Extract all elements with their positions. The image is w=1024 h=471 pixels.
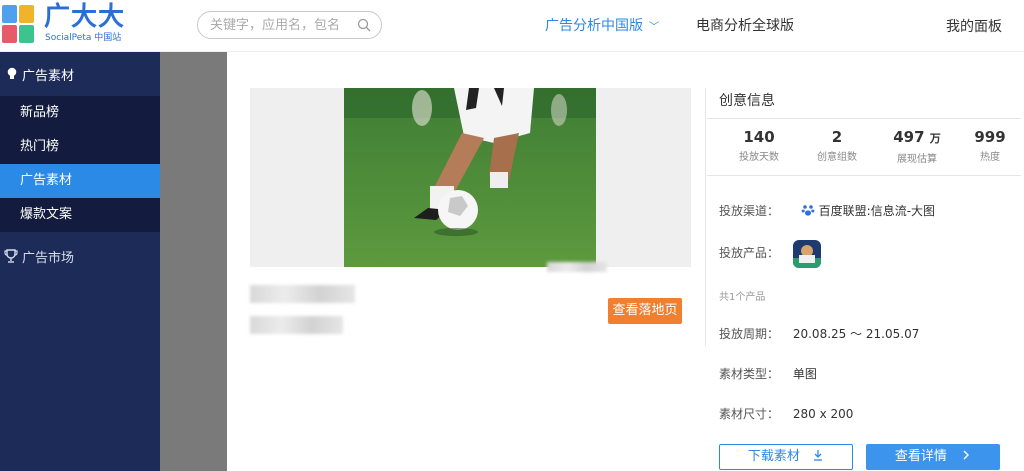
sidebar-group-label: 广告素材 — [22, 68, 75, 84]
download-creative-button[interactable]: 下载素材 — [719, 444, 853, 470]
stat-value: 2 — [797, 127, 877, 147]
divider — [707, 175, 1021, 176]
stat-impressions: 497 万 展现估算 — [877, 127, 957, 166]
nav-ad-analysis-cn[interactable]: 广告分析中国版 ﹀ — [545, 15, 659, 35]
brand-subtitle: SocialPeta 中国站 — [45, 33, 122, 43]
nav-ad-analysis-label: 广告分析中国版 — [545, 18, 643, 34]
stat-number: 140 — [743, 128, 775, 146]
size-label: 素材尺寸： — [719, 407, 780, 421]
stat-number: 2 — [831, 128, 843, 146]
download-label: 下载素材 — [747, 449, 800, 464]
type-row: 素材类型： 单图 — [719, 365, 817, 382]
stat-value: 497 万 — [877, 127, 957, 149]
channel-row: 投放渠道： 百度联盟:信息流-大图 — [719, 202, 935, 219]
channel-value[interactable]: 百度联盟:信息流-大图 — [819, 204, 935, 218]
fifa-app-icon — [793, 240, 821, 268]
brand-name[interactable]: 广大大 — [44, 2, 125, 32]
divider — [705, 88, 706, 346]
product-row: 投放产品： — [719, 244, 779, 261]
search-box[interactable] — [197, 11, 382, 39]
sidebar-submenu: 新品榜 热门榜 广告素材 爆款文案 — [0, 96, 160, 232]
type-value: 单图 — [792, 367, 817, 381]
period-row: 投放周期： 20.08.25 ～ 21.05.07 — [719, 325, 919, 342]
stat-number: 497 — [893, 128, 925, 146]
collapsed-panel — [160, 52, 227, 471]
download-icon — [814, 450, 823, 461]
sidebar-item-ad-creative[interactable]: 广告素材 — [0, 164, 160, 198]
stat-unit: 万 — [929, 132, 941, 145]
stat-creative-groups: 2 创意组数 — [797, 127, 877, 164]
size-row: 素材尺寸： 280 x 200 — [719, 405, 853, 422]
divider — [707, 118, 1021, 119]
baidu-paw-icon — [801, 205, 814, 216]
stat-label: 热度 — [980, 152, 1000, 163]
stat-label: 展现估算 — [897, 154, 937, 165]
chevron-right-icon — [963, 450, 970, 460]
period-value: 20.08.25 ～ 21.05.07 — [792, 327, 920, 341]
stat-delivery-days: 140 投放天数 — [719, 127, 799, 164]
stat-label: 创意组数 — [817, 152, 857, 163]
sidebar-group-ad-creative[interactable]: 广告素材 — [0, 52, 160, 96]
details-label: 查看详情 — [894, 449, 947, 464]
creative-image — [344, 88, 596, 267]
soccer-photo-image — [344, 88, 596, 267]
creative-preview[interactable] — [250, 88, 691, 272]
app-icon[interactable] — [793, 240, 821, 268]
sidebar-group-label-market: 广告市场 — [22, 250, 75, 266]
type-label: 素材类型： — [719, 367, 780, 381]
stat-value: 140 — [719, 127, 799, 147]
redacted-text — [547, 262, 607, 272]
chevron-down-icon: ﹀ — [649, 22, 659, 33]
main-content: 查看落地页 创意信息 140 投放天数 2 创意组数 497 万 展现估算 99… — [227, 52, 1024, 471]
product-count: 共1个产品 — [719, 292, 766, 303]
product-label: 投放产品： — [719, 246, 780, 260]
period-label: 投放周期： — [719, 327, 780, 341]
nav-my-dashboard[interactable]: 我的面板 — [946, 16, 1002, 36]
redacted-title — [250, 285, 355, 303]
logo-icon[interactable] — [0, 3, 36, 47]
sidebar-item-new[interactable]: 新品榜 — [0, 96, 160, 130]
trophy-icon — [4, 249, 18, 263]
search-input[interactable] — [210, 16, 355, 34]
lightbulb-icon — [7, 67, 17, 79]
stat-number: 999 — [974, 128, 1006, 146]
size-value: 280 x 200 — [792, 407, 854, 421]
redacted-subtitle — [250, 316, 343, 334]
sidebar-item-viral-copy[interactable]: 爆款文案 — [0, 198, 160, 232]
view-landing-page-button[interactable]: 查看落地页 — [608, 298, 682, 324]
channel-label: 投放渠道： — [719, 204, 780, 218]
stat-value: 999 — [950, 127, 1024, 147]
stat-label: 投放天数 — [739, 152, 779, 163]
sidebar: 广告素材 新品榜 热门榜 广告素材 爆款文案 广告市场 — [0, 52, 160, 471]
creative-info-title: 创意信息 — [719, 93, 775, 109]
top-header: 广大大 SocialPeta 中国站 广告分析中国版 ﹀ 电商分析全球版 我的面板 — [0, 0, 1024, 52]
sidebar-item-hot[interactable]: 热门榜 — [0, 130, 160, 164]
nav-ecommerce-global[interactable]: 电商分析全球版 — [696, 15, 794, 35]
search-icon[interactable] — [357, 18, 371, 32]
stat-heat: 999 热度 — [950, 127, 1024, 164]
view-details-button[interactable]: 查看详情 — [866, 444, 1000, 470]
sidebar-group-ad-market[interactable]: 广告市场 — [0, 232, 160, 280]
